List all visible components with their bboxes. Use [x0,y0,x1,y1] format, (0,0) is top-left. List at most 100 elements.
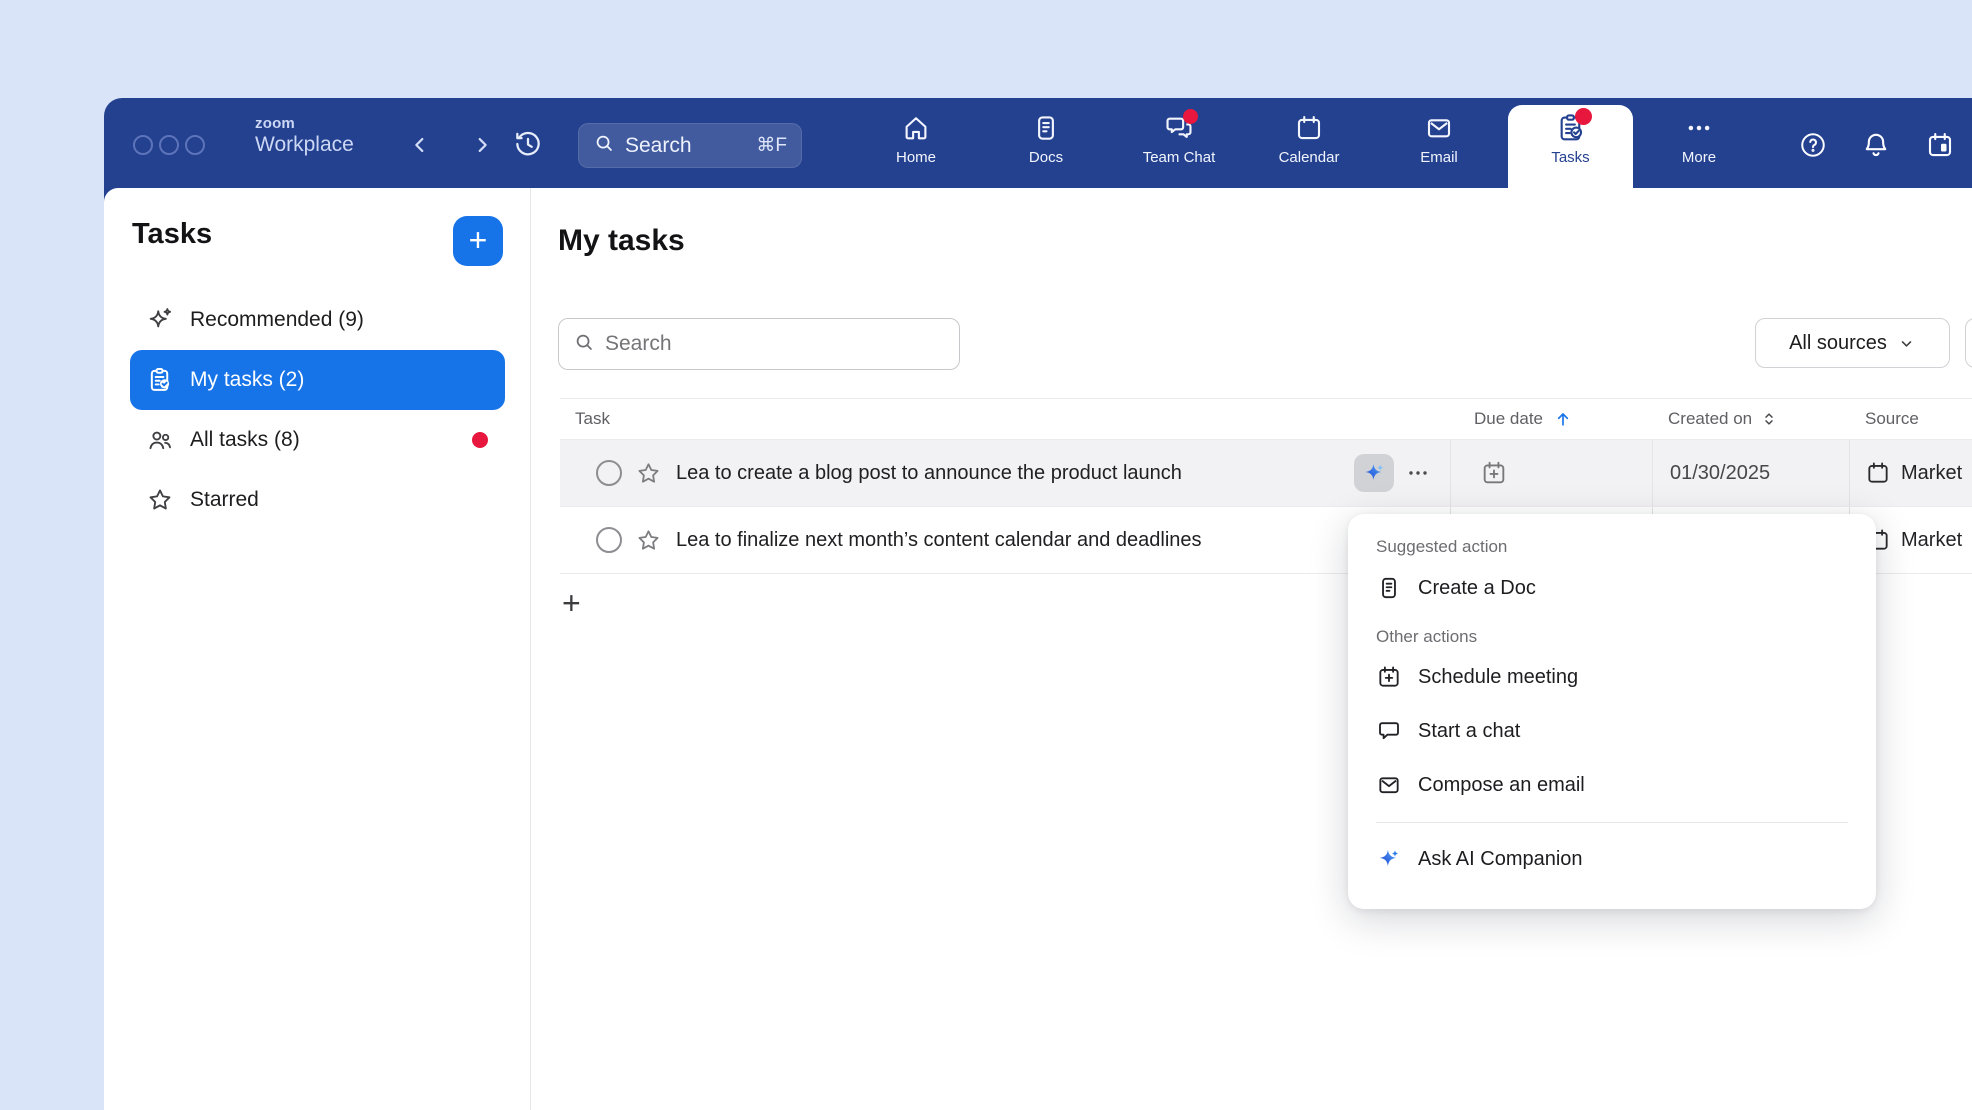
top-navbar: zoom Workplace [104,98,1972,188]
global-search-placeholder: Search [625,134,692,158]
add-row-button[interactable]: + [562,586,596,620]
help-button[interactable] [1794,128,1832,166]
source-value: Market [1901,462,1962,485]
people-icon [146,426,174,454]
suggested-actions-menu: Suggested action Create a Doc Other acti… [1348,514,1876,909]
sidebar-item-all-tasks[interactable]: All tasks (8) [130,410,505,470]
star-icon[interactable] [635,527,662,554]
mini-calendar-button[interactable] [1921,128,1959,166]
nav-item-email[interactable]: Email [1384,106,1494,184]
calendar-plus-icon [1480,459,1508,487]
column-header-task: Task [560,409,1450,429]
menu-item-label: Compose an email [1418,774,1585,797]
window-control-close[interactable] [133,135,153,155]
task-cell: Lea to finalize next month’s content cal… [560,507,1450,573]
star-icon [146,486,174,514]
menu-item-schedule-meeting[interactable]: Schedule meeting [1376,650,1848,704]
task-cell: Lea to create a blog post to announce th… [560,440,1450,506]
table-row[interactable]: Lea to create a blog post to announce th… [560,440,1972,507]
menu-item-create-a-doc[interactable]: Create a Doc [1376,560,1848,616]
menu-section-label: Other actions [1376,624,1848,650]
menu-item-compose-an-email[interactable]: Compose an email [1376,758,1848,812]
doc-icon [1376,575,1402,601]
row-more-actions-button[interactable] [1406,461,1430,485]
nav-label-email: Email [1420,149,1458,166]
nav-item-more[interactable]: More [1644,106,1754,184]
sidebar-item-label: My tasks (2) [190,368,304,392]
menu-item-ask-ai-companion[interactable]: Ask AI Companion [1376,831,1848,887]
tasks-clipboard-icon [1555,112,1587,144]
nav-label-docs: Docs [1029,149,1063,166]
nav-label-more: More [1682,149,1716,166]
sources-filter-dropdown[interactable]: All sources [1755,318,1950,368]
search-icon [573,331,595,358]
sidebar-title: Tasks [132,218,212,251]
chat-bubble-icon [1376,718,1402,744]
chevron-right-icon [471,134,493,161]
calendar-date-icon [1925,130,1955,165]
clipped-filter-button[interactable] [1965,318,1972,368]
history-button[interactable] [510,128,546,164]
menu-item-label: Ask AI Companion [1418,848,1583,871]
menu-section-label: Suggested action [1376,534,1848,560]
window-control-maximize[interactable] [185,135,205,155]
global-search-bar[interactable]: Search ⌘F [578,123,802,168]
tasks-sidebar: Tasks + Recommended (9) [104,188,531,1110]
chevron-left-icon [409,134,431,161]
search-shortcut-hint: ⌘F [756,134,787,157]
nav-item-calendar[interactable]: Calendar [1254,106,1364,184]
window-control-minimize[interactable] [159,135,179,155]
nav-item-home[interactable]: Home [861,106,971,184]
nav-label-tasks: Tasks [1551,149,1589,166]
column-header-created-on[interactable]: Created on [1652,409,1849,429]
calendar-plus-icon [1376,664,1402,690]
back-button[interactable] [404,131,436,163]
menu-item-start-a-chat[interactable]: Start a chat [1376,704,1848,758]
bell-icon [1861,130,1891,165]
sidebar-item-my-tasks[interactable]: My tasks (2) [130,350,505,410]
task-title: Lea to finalize next month’s content cal… [676,529,1202,552]
sidebar-item-starred[interactable]: Starred [130,470,505,530]
ai-companion-action-button[interactable] [1354,454,1394,492]
nav-item-tasks-active[interactable]: Tasks [1508,105,1633,188]
sidebar-item-recommended[interactable]: Recommended (9) [130,290,505,350]
notifications-button[interactable] [1857,128,1895,166]
all-tasks-notification-dot [472,432,488,448]
sources-filter-value: All sources [1789,332,1887,355]
task-complete-checkbox[interactable] [596,527,622,553]
nav-item-team-chat[interactable]: Team Chat [1124,106,1234,184]
due-date-cell[interactable] [1450,440,1652,506]
nav-label-calendar: Calendar [1279,149,1340,166]
email-icon [1376,772,1402,798]
clipboard-check-icon [146,366,174,394]
column-header-due-date[interactable]: Due date [1450,409,1652,429]
ai-companion-icon [1376,846,1402,872]
nav-item-docs[interactable]: Docs [991,106,1101,184]
ellipsis-icon [1683,112,1715,144]
history-clock-icon [512,128,544,165]
star-icon[interactable] [635,460,662,487]
team-chat-icon [1163,112,1195,144]
sparkle-icon [146,306,174,334]
page-title: My tasks [558,224,685,258]
task-search-input[interactable] [605,332,945,356]
search-icon [593,132,615,159]
tasks-notification-dot [1575,108,1592,125]
sidebar-item-label: Recommended (9) [190,308,364,332]
nav-label-team-chat: Team Chat [1143,149,1216,166]
add-task-button[interactable]: + [453,216,503,266]
help-icon [1798,130,1828,165]
forward-button[interactable] [466,131,498,163]
task-complete-checkbox[interactable] [596,460,622,486]
calendar-icon [1865,460,1891,486]
task-search-box [558,318,960,370]
sidebar-item-label: Starred [190,488,259,512]
sidebar-list: Recommended (9) My tasks [130,290,505,530]
menu-item-label: Start a chat [1418,720,1520,743]
menu-item-label: Create a Doc [1418,577,1536,600]
source-cell: Market [1849,440,1972,506]
home-icon [900,112,932,144]
menu-divider [1376,822,1848,823]
created-on-cell: 01/30/2025 [1652,440,1849,506]
docs-icon [1030,112,1062,144]
